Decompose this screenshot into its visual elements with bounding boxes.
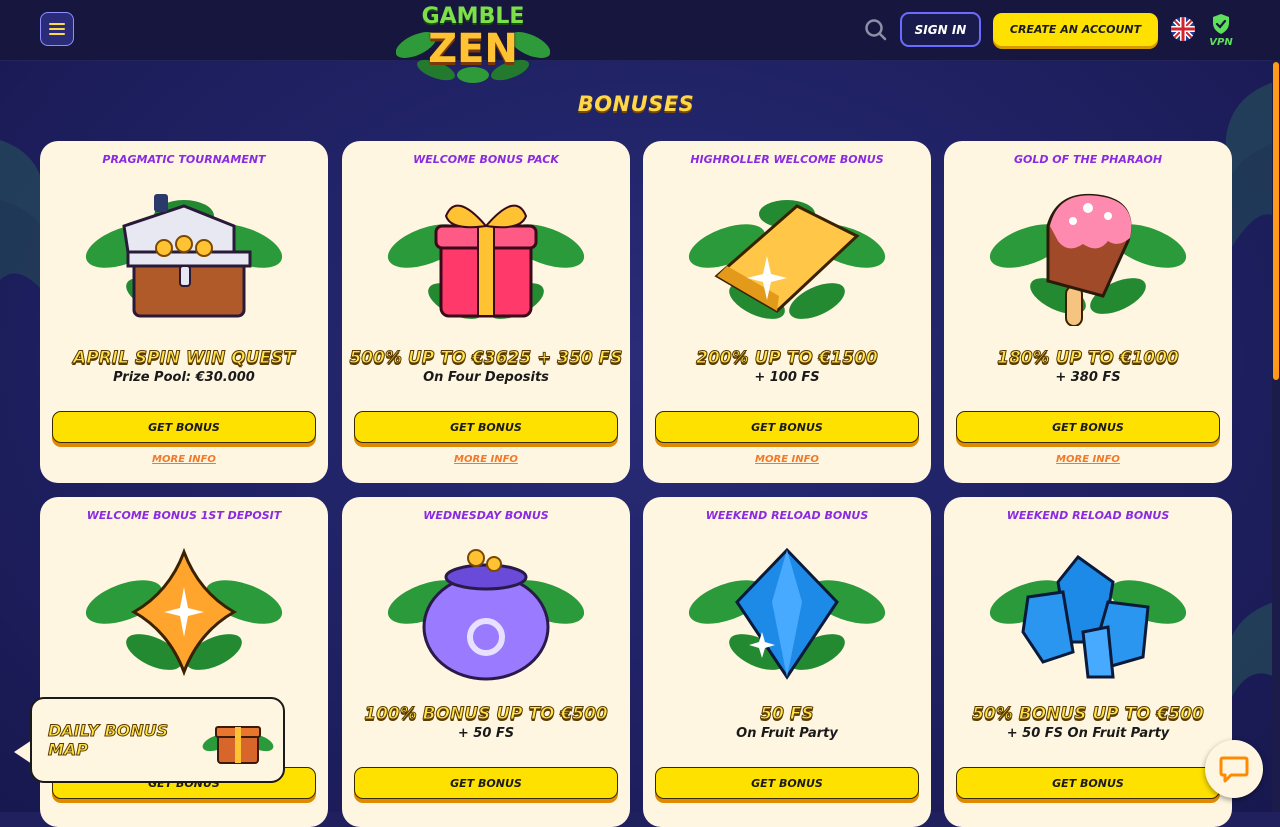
get-bonus-button[interactable]: GET BONUS	[956, 767, 1220, 799]
treasure-box-icon	[202, 726, 274, 764]
page-title: BONUSES	[577, 92, 695, 116]
get-bonus-button[interactable]: GET BONUS	[655, 411, 919, 443]
bonus-subtitle: On Fruit Party	[736, 726, 838, 741]
blue-diamond-icon	[688, 547, 886, 680]
bonus-offer: 50% BONUS UP TO €500	[972, 704, 1205, 725]
get-bonus-button[interactable]: GET BONUS	[354, 767, 618, 799]
orange-gem-icon	[85, 547, 283, 677]
blue-crystals-icon	[989, 554, 1187, 679]
daily-bonus-label-line1: DAILY BONUS	[48, 721, 169, 741]
bonus-card: WEEKEND RELOAD BONUS 50% BONUS UP TO €50…	[944, 497, 1232, 827]
bonus-offer: APRIL SPIN WIN QUEST	[73, 348, 296, 369]
gamblezen-logo[interactable]: GAMBLE ZEN	[396, 0, 550, 86]
scrollbar-thumb[interactable]	[1273, 62, 1279, 380]
bonus-subtitle: + 380 FS	[1055, 370, 1121, 385]
card-title: WELCOME BONUS PACK	[413, 153, 559, 166]
card-title: WEEKEND RELOAD BONUS	[705, 509, 869, 522]
hamburger-icon	[49, 23, 65, 35]
treasure-chest-icon	[85, 194, 283, 318]
gold-bar-icon	[688, 200, 886, 319]
ice-cream-icon	[989, 193, 1187, 326]
hamburger-menu-button[interactable]	[40, 12, 74, 46]
get-bonus-button[interactable]: GET BONUS	[956, 411, 1220, 443]
bonus-card: GOLD OF THE PHARAOH 180% UP TO €1000 + 3…	[944, 141, 1232, 483]
search-icon	[865, 19, 887, 41]
bonus-card: WEEKEND RELOAD BONUS 50 FS On Fruit Part…	[643, 497, 931, 827]
bonus-card: PRAGMATIC TOURNAMENT APRIL SPIN WIN QUES…	[40, 141, 328, 483]
top-header: GAMBLE ZEN SIGN IN CREATE AN ACCOUNT VPN	[0, 0, 1280, 83]
more-info-link[interactable]: MORE INFO	[40, 454, 328, 465]
logo-text-zen: ZEN	[428, 26, 518, 72]
bonus-card: WEDNESDAY BONUS 100% BONUS UP TO €500 + …	[342, 497, 630, 827]
daily-bonus-label-line2: MAP	[48, 740, 89, 760]
bonus-subtitle: + 50 FS	[457, 726, 515, 741]
vpn-label: VPN	[1209, 37, 1233, 48]
more-info-link[interactable]: MORE INFO	[944, 454, 1232, 465]
language-selector[interactable]	[1171, 17, 1195, 41]
bonus-card: HIGHROLLER WELCOME BONUS 200% UP TO €150…	[643, 141, 931, 483]
chat-bubble-icon	[1219, 756, 1249, 783]
card-title: PRAGMATIC TOURNAMENT	[102, 153, 266, 166]
bonus-offer: 100% BONUS UP TO €500	[364, 704, 609, 725]
get-bonus-button[interactable]: GET BONUS	[354, 411, 618, 443]
uk-flag-icon	[1171, 17, 1195, 41]
shield-check-icon	[1213, 14, 1229, 34]
vpn-indicator[interactable]: VPN	[1206, 13, 1236, 49]
more-info-link[interactable]: MORE INFO	[643, 454, 931, 465]
get-bonus-button[interactable]: GET BONUS	[52, 411, 316, 443]
bonus-offer: 50 FS	[760, 704, 814, 725]
card-title: WELCOME BONUS 1ST DEPOSIT	[86, 509, 282, 522]
gift-box-icon	[387, 204, 585, 319]
bonus-subtitle: On Four Deposits	[423, 370, 549, 385]
card-title: HIGHROLLER WELCOME BONUS	[690, 153, 884, 166]
card-title: WEDNESDAY BONUS	[423, 509, 549, 522]
bonus-subtitle: Prize Pool: €30.000	[113, 370, 255, 385]
bonus-subtitle: + 50 FS On Fruit Party	[1006, 726, 1170, 741]
sign-in-button[interactable]: SIGN IN	[900, 12, 981, 47]
get-bonus-button[interactable]: GET BONUS	[655, 767, 919, 799]
bonus-subtitle: + 100 FS	[754, 370, 820, 385]
bonus-card: WELCOME BONUS PACK 500% UP TO €3625 + 35…	[342, 141, 630, 483]
bonus-offer: 500% UP TO €3625 + 350 FS	[349, 348, 623, 369]
purple-pot-icon	[387, 549, 585, 681]
more-info-link[interactable]: MORE INFO	[342, 454, 630, 465]
live-chat-button[interactable]	[1205, 740, 1263, 798]
card-title: WEEKEND RELOAD BONUS	[1006, 509, 1170, 522]
card-title: GOLD OF THE PHARAOH	[1013, 153, 1163, 166]
create-account-button[interactable]: CREATE AN ACCOUNT	[993, 13, 1158, 46]
bonus-offer: 200% UP TO €1500	[696, 348, 879, 369]
search-button[interactable]	[864, 18, 888, 42]
bonus-offer: 180% UP TO €1000	[997, 348, 1180, 369]
daily-bonus-label: DAILY BONUS MAP	[48, 721, 188, 760]
daily-bonus-map-widget[interactable]: DAILY BONUS MAP	[30, 697, 285, 783]
